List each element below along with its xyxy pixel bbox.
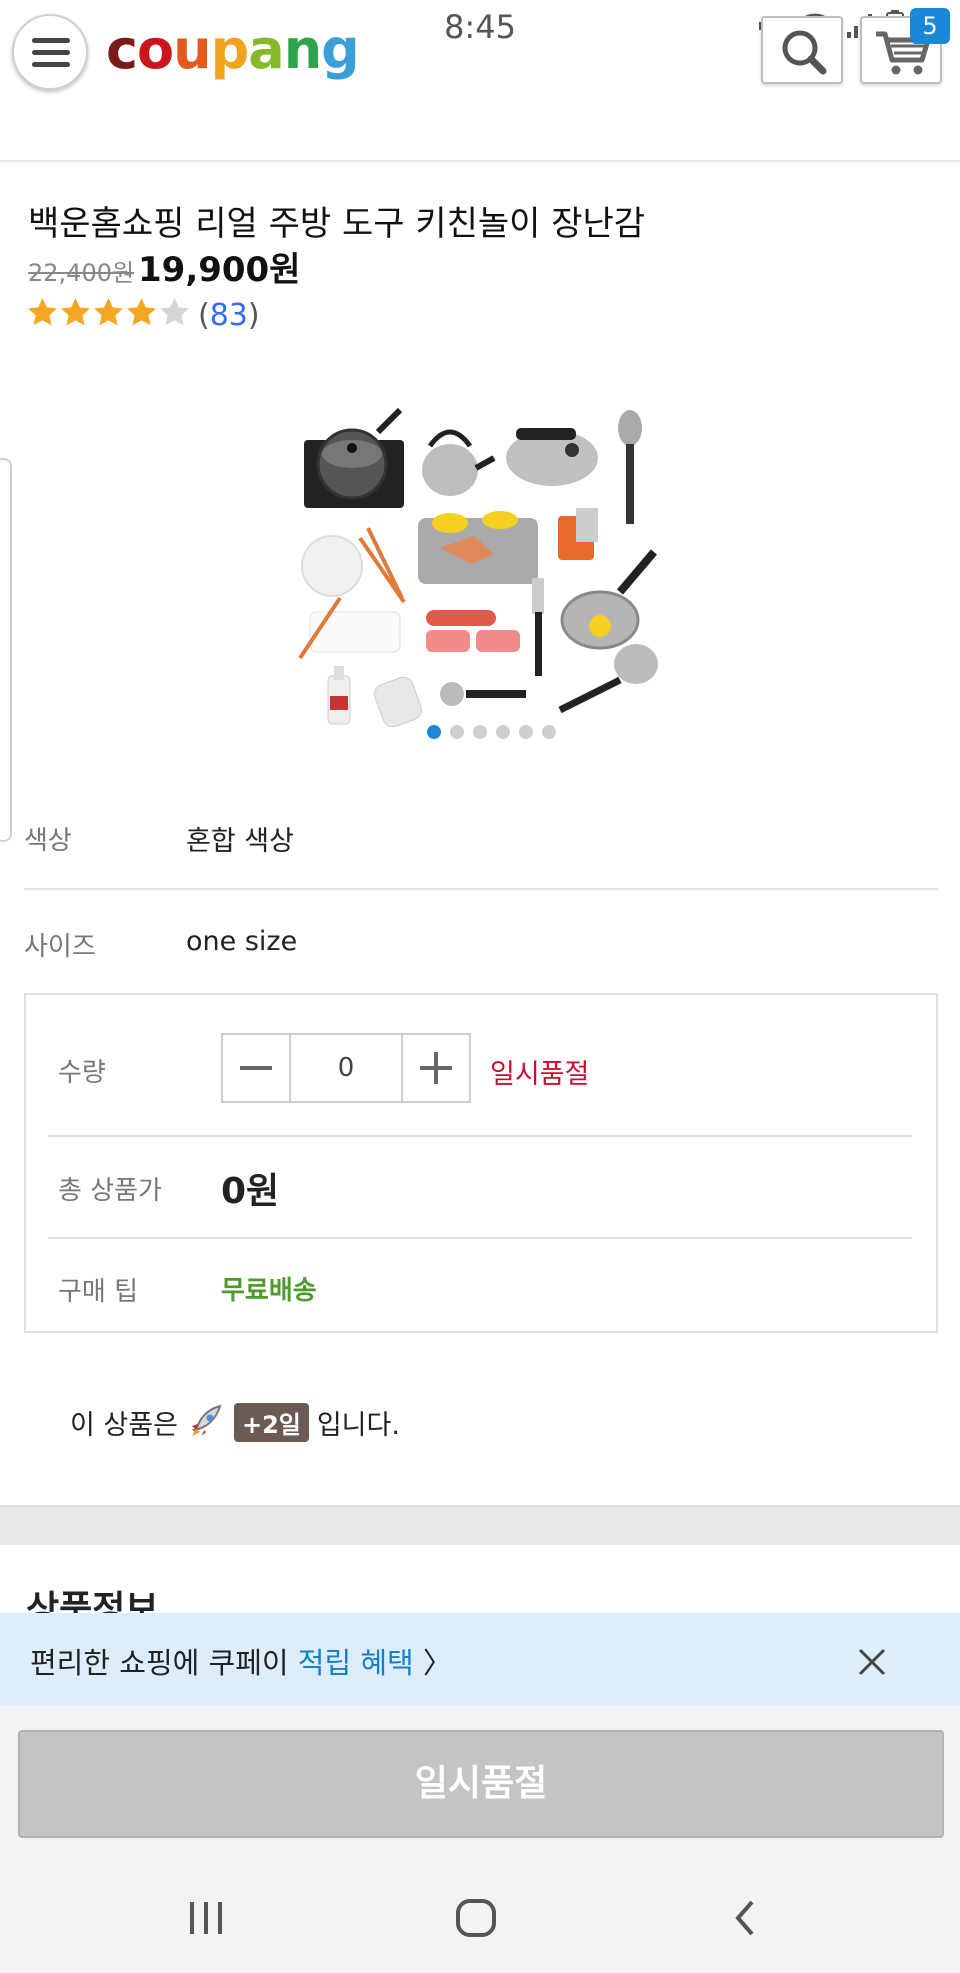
divider [24, 888, 938, 890]
delivery-days-badge: +2일 [233, 1402, 309, 1442]
carousel-dot[interactable] [426, 725, 441, 739]
star-icon [127, 298, 156, 326]
review-count[interactable]: (83) [198, 298, 260, 333]
minus-icon [240, 1066, 272, 1070]
star-icon [61, 298, 90, 326]
carousel-dot[interactable] [495, 725, 510, 739]
total-price-label: 총 상품가 [58, 1176, 162, 1206]
free-shipping-label: 무료배송 [221, 1276, 317, 1306]
order-box [24, 993, 938, 1333]
chevron-right-icon: 〉 [422, 1646, 452, 1680]
carousel-dot[interactable] [541, 725, 556, 739]
image-carousel-dots [0, 725, 960, 739]
rocket-icon [191, 1404, 222, 1436]
carousel-dot[interactable] [518, 725, 533, 739]
star-icon [28, 298, 57, 326]
star-icon [94, 298, 123, 326]
purchase-tip-label: 구매 팁 [58, 1277, 139, 1307]
menu-button[interactable] [12, 14, 88, 90]
search-icon [782, 30, 827, 75]
rating-stars [26, 296, 191, 328]
carousel-dot[interactable] [472, 725, 487, 739]
close-icon[interactable] [855, 1645, 889, 1679]
coupang-logo[interactable]: coupang [106, 18, 360, 81]
size-option-value[interactable]: one size [186, 926, 297, 957]
total-price-value: 0원 [221, 1171, 280, 1212]
promo-text[interactable]: 편리한 쇼핑에 쿠페이 적립 혜택 〉 [30, 1640, 452, 1682]
quantity-increase-button[interactable] [401, 1035, 469, 1101]
system-nav-bar [0, 1860, 960, 1973]
divider [48, 1237, 912, 1239]
delivery-suffix: 입니다. [316, 1409, 400, 1441]
divider [48, 1135, 912, 1137]
delivery-prefix: 이 상품은 [70, 1409, 178, 1441]
section-separator [0, 1505, 960, 1545]
color-option-label: 색상 [24, 826, 72, 856]
back-icon[interactable] [730, 1898, 760, 1938]
recent-apps-icon[interactable] [186, 1900, 226, 1936]
original-price: 22,400원 [28, 259, 135, 287]
search-button[interactable] [761, 16, 843, 84]
quantity-input[interactable]: 0 [291, 1035, 401, 1101]
quantity-decrease-button[interactable] [223, 1035, 291, 1101]
size-option-label: 사이즈 [24, 932, 96, 962]
product-image[interactable] [290, 398, 670, 738]
quantity-stepper: 0 [221, 1033, 471, 1103]
product-title: 백운홈쇼핑 리얼 주방 도구 키친놀이 장난감 [28, 204, 646, 244]
quantity-label: 수량 [58, 1058, 106, 1088]
home-icon[interactable] [454, 1898, 498, 1938]
cart-count-badge: 5 [910, 8, 950, 44]
menu-icon [32, 38, 70, 43]
color-option-value[interactable]: 혼합 색상 [186, 819, 294, 858]
star-icon [160, 298, 189, 326]
delivery-info: 이 상품은 +2일 입니다. [70, 1402, 400, 1442]
carousel-dot[interactable] [449, 725, 464, 739]
side-panel-edge[interactable] [0, 458, 12, 842]
soldout-status: 일시품절 [490, 1059, 590, 1090]
soldout-button[interactable]: 일시품절 [18, 1730, 944, 1838]
sale-price: 19,900원 [138, 250, 301, 290]
